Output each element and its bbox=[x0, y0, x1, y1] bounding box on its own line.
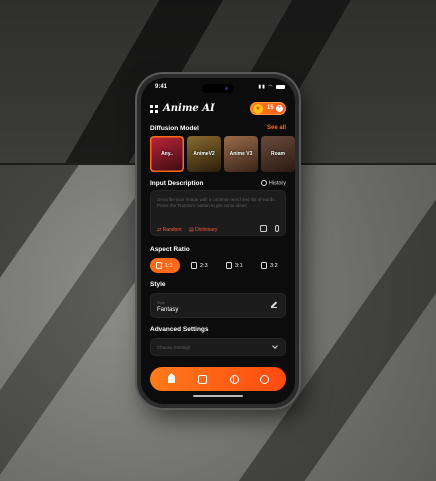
image-upload-icon[interactable] bbox=[260, 225, 267, 232]
advanced-settings-title: Advanced Settings bbox=[150, 326, 209, 333]
advanced-settings-placeholder: Choose Settings bbox=[157, 345, 191, 350]
status-icons: ▮▮ ◠ bbox=[258, 84, 285, 90]
ratio-box-icon bbox=[191, 262, 197, 269]
app-logo: Anime AI bbox=[163, 103, 215, 114]
diffusion-model-title: Diffusion Model bbox=[150, 125, 199, 132]
coin-icon: ★ bbox=[253, 104, 263, 114]
wifi-icon: ◠ bbox=[268, 84, 274, 90]
model-label: AnimeV2 bbox=[193, 151, 215, 157]
edit-icon[interactable] bbox=[271, 302, 277, 308]
ratio-option[interactable]: 1:1 bbox=[150, 258, 180, 273]
input-description-title: Input Description bbox=[150, 180, 204, 187]
model-card[interactable]: Roam bbox=[261, 136, 295, 172]
user-icon[interactable] bbox=[258, 373, 270, 385]
grid-menu-icon[interactable] bbox=[150, 105, 158, 113]
description-placeholder: Describe your image with a common word a… bbox=[157, 197, 276, 208]
battery-icon bbox=[276, 84, 285, 89]
globe-icon[interactable] bbox=[228, 373, 240, 385]
model-label: Anime V3 bbox=[229, 151, 253, 157]
aspect-ratio-options: 1:1 2:3 3:1 3:2 bbox=[150, 258, 286, 273]
generate-icon[interactable] bbox=[196, 373, 208, 385]
add-credits-icon[interactable]: + bbox=[276, 105, 283, 112]
model-label: Any.. bbox=[161, 151, 173, 157]
ratio-label: 3:1 bbox=[235, 262, 243, 269]
app-header: Anime AI ★ 15 + bbox=[150, 102, 286, 116]
ratio-box-icon bbox=[156, 262, 162, 269]
description-input[interactable]: Describe your image with a common word a… bbox=[150, 190, 286, 236]
bottom-nav bbox=[150, 367, 286, 391]
style-field-label: Style bbox=[157, 301, 165, 305]
credits-badge[interactable]: ★ 15 + bbox=[250, 102, 286, 115]
model-carousel[interactable]: Any.. AnimeV2 Anime V3 Roam bbox=[150, 136, 295, 172]
model-label: Roam bbox=[271, 151, 285, 157]
ratio-box-icon bbox=[261, 262, 267, 269]
ratio-option[interactable]: 2:3 bbox=[185, 258, 215, 273]
ratio-option[interactable]: 3:1 bbox=[220, 258, 250, 273]
advanced-settings-select[interactable]: Choose Settings bbox=[150, 338, 286, 356]
aspect-ratio-title: Aspect Ratio bbox=[150, 246, 190, 253]
random-button[interactable]: ⇄ Random bbox=[157, 227, 182, 233]
phone-frame: 9:41 ▮▮ ◠ Anime AI ★ 15 + Diffusion Mode… bbox=[137, 74, 299, 408]
model-card[interactable]: AnimeV2 bbox=[187, 136, 221, 172]
history-label: History bbox=[268, 180, 286, 187]
history-button[interactable]: History bbox=[260, 180, 286, 187]
style-title: Style bbox=[150, 281, 166, 288]
ratio-option[interactable]: 3:2 bbox=[255, 258, 285, 273]
phone-screen: 9:41 ▮▮ ◠ Anime AI ★ 15 + Diffusion Mode… bbox=[141, 78, 295, 404]
home-indicator bbox=[193, 395, 243, 397]
style-selector[interactable]: Style Fantasy bbox=[150, 293, 286, 318]
home-icon[interactable] bbox=[166, 373, 178, 385]
ratio-label: 3:2 bbox=[270, 262, 278, 269]
random-label: Random bbox=[162, 227, 182, 233]
signal-icon: ▮▮ bbox=[258, 84, 266, 90]
credits-count: 15 bbox=[267, 105, 274, 111]
model-card[interactable]: Any.. bbox=[150, 136, 184, 172]
clock-icon bbox=[260, 180, 267, 186]
camera-dot bbox=[225, 87, 228, 90]
ratio-box-icon bbox=[226, 262, 232, 269]
status-time: 9:41 bbox=[155, 84, 168, 90]
model-card[interactable]: Anime V3 bbox=[224, 136, 258, 172]
dictionary-label: Dictionary bbox=[195, 227, 218, 233]
dictionary-button[interactable]: ▤ Dictionary bbox=[189, 227, 217, 233]
status-bar: 9:41 ▮▮ ◠ bbox=[141, 78, 295, 96]
chevron-down-icon bbox=[272, 343, 278, 349]
style-value: Fantasy bbox=[157, 307, 179, 313]
see-all-link[interactable]: See all bbox=[267, 125, 286, 131]
dynamic-island bbox=[202, 84, 234, 93]
ratio-label: 1:1 bbox=[165, 262, 173, 269]
ratio-label: 2:3 bbox=[200, 262, 208, 269]
microphone-icon[interactable] bbox=[275, 225, 279, 232]
